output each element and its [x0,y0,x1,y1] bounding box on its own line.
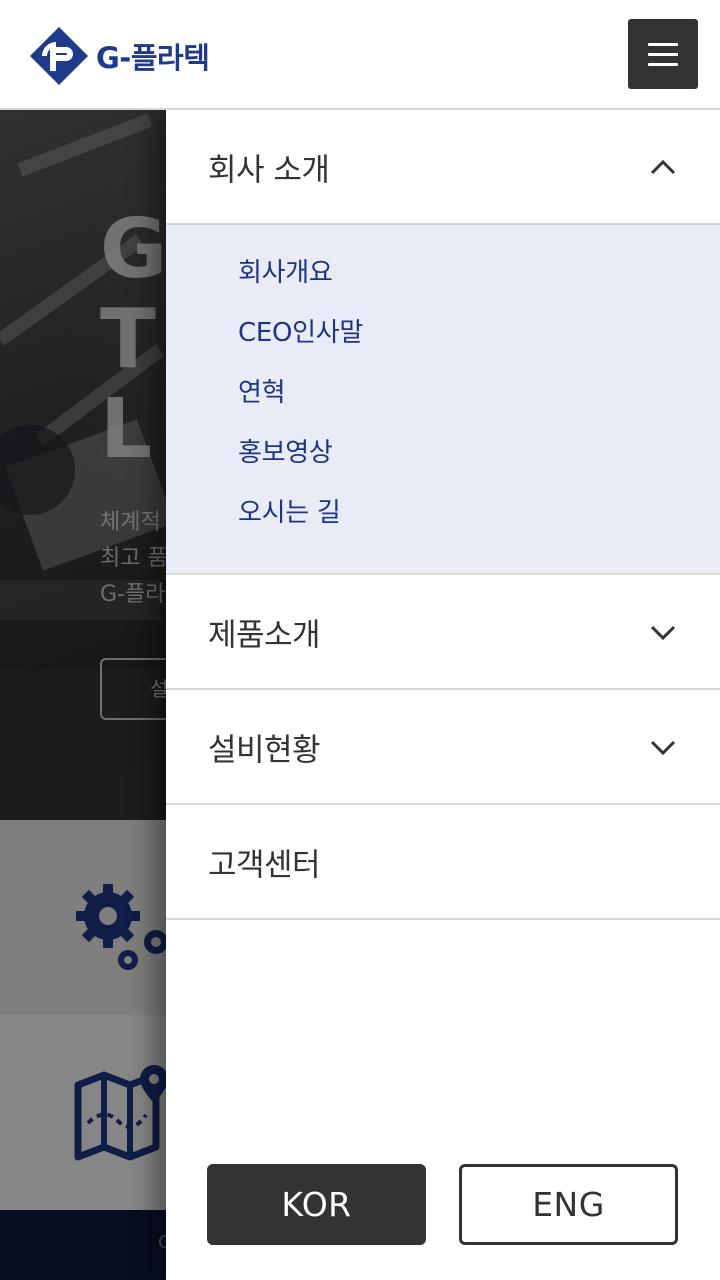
language-kor-button[interactable]: KOR [207,1164,426,1245]
menu-item-company[interactable]: 회사 소개 [166,110,720,225]
submenu-item-overview[interactable]: 회사개요 [166,253,720,313]
hamburger-icon-line [648,42,678,46]
menu-item-label: 고객센터 [208,847,321,883]
menu-item-products[interactable]: 제품소개 [166,575,720,690]
menu-item-label: 회사 소개 [208,152,330,188]
menu-item-customer-center[interactable]: 고객센터 [166,805,720,920]
menu-item-label: 설비현황 [208,732,321,768]
chevron-down-icon[interactable] [648,617,678,647]
hamburger-icon-line [648,52,678,56]
logo-text: G-플라텍 [96,41,210,75]
submenu-item-directions[interactable]: 오시는 길 [166,493,720,553]
chevron-up-icon[interactable] [648,152,678,182]
hamburger-icon-line [648,62,678,66]
site-logo[interactable]: G-플라텍 [28,25,210,87]
submenu-company: 회사개요 CEO인사말 연혁 홍보영상 오시는 길 [166,225,720,575]
site-header: G-플라텍 [0,0,720,110]
menu-item-equipment[interactable]: 설비현황 [166,690,720,805]
mobile-nav-drawer: 회사 소개 회사개요 CEO인사말 연혁 홍보영상 오시는 길 제품소개 설비현… [166,110,720,1280]
submenu-item-ceo-greeting[interactable]: CEO인사말 [166,313,720,373]
submenu-item-history[interactable]: 연혁 [166,373,720,433]
submenu-item-promo-video[interactable]: 홍보영상 [166,433,720,493]
hamburger-menu-button[interactable] [628,19,698,89]
chevron-down-icon[interactable] [648,732,678,762]
language-eng-button[interactable]: ENG [459,1164,678,1245]
logo-mark-icon [30,27,88,85]
menu-item-label: 제품소개 [208,617,321,653]
